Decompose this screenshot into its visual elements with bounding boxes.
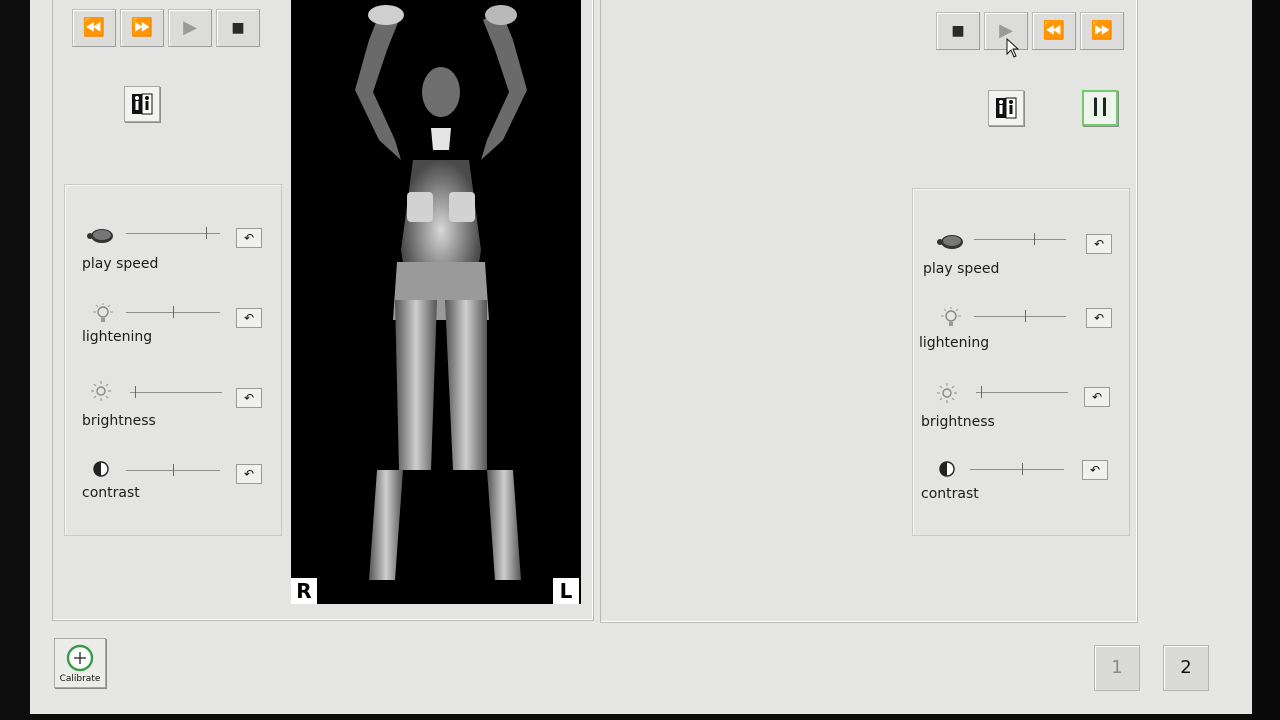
calibrate-label: Calibrate xyxy=(59,674,101,684)
contrast-icon xyxy=(939,461,955,477)
monitor-bezel xyxy=(1252,0,1280,720)
right-play-speed-reset-button[interactable]: ↶ xyxy=(1086,234,1112,254)
left-play-button[interactable]: ▶ xyxy=(168,9,212,47)
right-play-speed-slider[interactable] xyxy=(1033,233,1035,245)
left-play-speed-label: play speed xyxy=(82,256,159,272)
right-fast-forward-button[interactable]: ⏩ xyxy=(1080,12,1124,50)
left-lightening-reset-button[interactable]: ↶ xyxy=(236,308,262,328)
right-stop-button[interactable]: ■ xyxy=(936,12,980,50)
left-scan-image: R L xyxy=(291,0,581,604)
contrast-icon xyxy=(93,461,109,477)
body-scan-figure xyxy=(355,5,527,580)
right-brightness-slider[interactable] xyxy=(980,386,982,398)
right-figure-view-button[interactable] xyxy=(1082,90,1118,126)
left-figure-toggle-button[interactable] xyxy=(124,86,160,122)
bulb-icon xyxy=(93,303,113,322)
calibrate-button[interactable]: Calibrate xyxy=(54,638,106,688)
right-contrast-slider[interactable] xyxy=(1021,463,1023,475)
left-scan-right-marker: R xyxy=(291,578,317,604)
right-lightening-track xyxy=(974,316,1066,317)
left-contrast-label: contrast xyxy=(82,485,140,501)
right-figure-toggle-button[interactable] xyxy=(988,90,1024,126)
sun-icon xyxy=(91,381,111,401)
left-lightening-label: lightening xyxy=(82,329,153,345)
right-lightening-reset-button[interactable]: ↶ xyxy=(1086,308,1112,328)
right-play-speed-track xyxy=(974,239,1066,240)
right-lightening-slider[interactable] xyxy=(1024,310,1026,322)
left-brightness-label: brightness xyxy=(82,413,156,429)
left-contrast-slider[interactable] xyxy=(173,464,174,476)
right-brightness-reset-button[interactable]: ↶ xyxy=(1084,387,1110,407)
left-fast-forward-button[interactable]: ⏩ xyxy=(120,9,164,47)
left-rewind-button[interactable]: ⏪ xyxy=(72,9,116,47)
left-scan-left-marker: L xyxy=(553,578,579,604)
figure-pair-icon xyxy=(996,97,1017,119)
right-contrast-label: contrast xyxy=(921,486,979,502)
mouse-cursor-icon xyxy=(1006,38,1020,58)
right-play-speed-label: play speed xyxy=(923,261,1000,277)
left-stop-button[interactable]: ■ xyxy=(216,9,260,47)
turtle-icon xyxy=(87,229,113,243)
right-brightness-track xyxy=(976,392,1068,393)
right-contrast-reset-button[interactable]: ↶ xyxy=(1082,460,1108,480)
figure-outline-icon xyxy=(1089,97,1111,119)
left-lightening-slider[interactable] xyxy=(173,306,174,318)
figure-pair-icon xyxy=(132,93,153,115)
right-rewind-button[interactable]: ⏪ xyxy=(1032,12,1076,50)
bulb-icon xyxy=(941,307,961,326)
page-1-button[interactable]: 1 xyxy=(1094,645,1140,691)
sun-icon xyxy=(937,383,957,403)
left-brightness-reset-button[interactable]: ↶ xyxy=(236,388,262,408)
left-brightness-track xyxy=(130,392,222,393)
left-brightness-slider[interactable] xyxy=(134,386,136,398)
left-play-speed-reset-button[interactable]: ↶ xyxy=(236,228,262,248)
left-contrast-reset-button[interactable]: ↶ xyxy=(236,464,262,484)
right-brightness-label: brightness xyxy=(921,414,995,430)
calibrate-icon xyxy=(66,644,94,672)
right-lightening-label: lightening xyxy=(919,335,990,351)
left-play-speed-slider[interactable] xyxy=(205,227,207,239)
scanner-screen: ⏪ ⏩ ▶ ■ ↶ play speed ↶ lightening ↶ brig… xyxy=(30,0,1252,714)
page-2-button[interactable]: 2 xyxy=(1163,645,1209,691)
right-contrast-track xyxy=(970,469,1064,470)
turtle-icon xyxy=(937,235,963,249)
